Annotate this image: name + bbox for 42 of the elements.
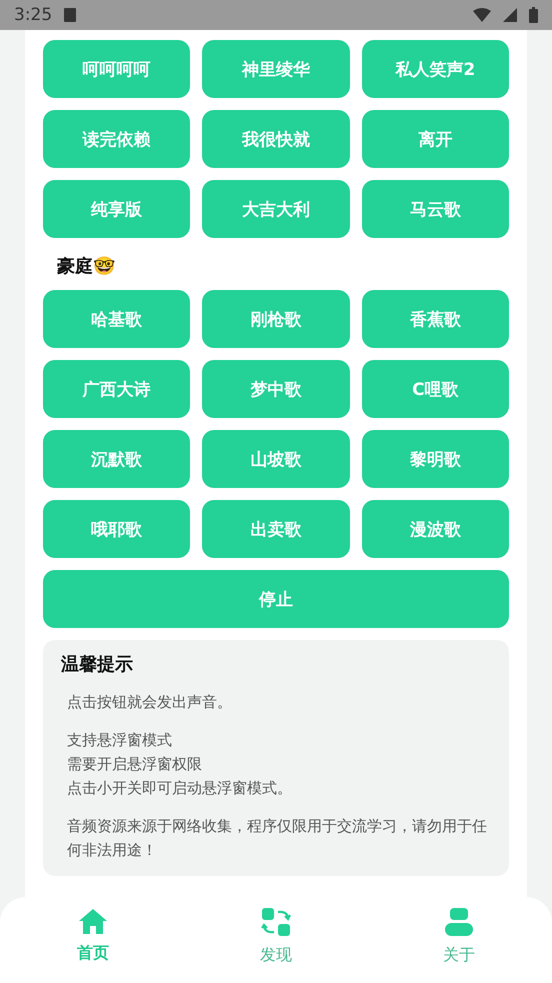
- tips-title: 温馨提示: [61, 653, 134, 676]
- nav-label: 首页: [77, 943, 109, 964]
- sound-button[interactable]: 纯享版: [43, 180, 190, 238]
- stop-button[interactable]: 停止: [43, 570, 509, 628]
- sound-button[interactable]: 沉默歌: [43, 430, 190, 488]
- sound-button[interactable]: 梦中歌: [202, 360, 350, 418]
- sound-button[interactable]: 香蕉歌: [362, 290, 509, 348]
- sound-button[interactable]: 哈基歌: [43, 290, 190, 348]
- tips-text: 音频资源来源于网络收集，程序仅限用于交流学习，请勿用于任何非法用途！: [67, 816, 488, 861]
- sound-button[interactable]: 漫波歌: [362, 500, 509, 558]
- sound-button[interactable]: 大吉大利: [202, 180, 350, 238]
- sound-button[interactable]: 哦耶歌: [43, 500, 190, 558]
- sound-button[interactable]: 山坡歌: [202, 430, 350, 488]
- sound-button[interactable]: 离开: [362, 110, 509, 168]
- nav-tab[interactable]: 首页: [48, 907, 138, 983]
- sound-button[interactable]: 私人笑声2: [362, 40, 509, 98]
- status-time: 3:25: [14, 5, 52, 25]
- section-heading: 豪庭🤓: [56, 255, 116, 278]
- sound-button[interactable]: 呵呵呵呵: [43, 40, 190, 98]
- nav-label: 关于: [443, 945, 475, 966]
- nav-tab[interactable]: 发现: [231, 907, 321, 983]
- battery-icon: [529, 7, 538, 23]
- tips-text: 支持悬浮窗模式: [67, 730, 173, 751]
- tips-text: 点击按钮就会发出声音。: [67, 692, 233, 713]
- sound-button[interactable]: 读完依赖: [43, 110, 190, 168]
- home-icon: [78, 907, 108, 935]
- person-icon: [444, 907, 474, 937]
- sound-button[interactable]: 神里绫华: [202, 40, 350, 98]
- sound-button[interactable]: C哩歌: [362, 360, 509, 418]
- wifi-icon: [473, 8, 491, 22]
- sound-button[interactable]: 刚枪歌: [202, 290, 350, 348]
- nav-label: 发现: [260, 945, 292, 966]
- tips-text: 点击小开关即可启动悬浮窗模式。: [67, 778, 293, 799]
- sound-button[interactable]: 我很快就: [202, 110, 350, 168]
- signal-icon: [503, 8, 517, 22]
- sound-button[interactable]: 广西大诗: [43, 360, 190, 418]
- tips-text: 需要开启悬浮窗权限: [67, 754, 203, 775]
- sound-button[interactable]: 马云歌: [362, 180, 509, 238]
- sound-button[interactable]: 出卖歌: [202, 500, 350, 558]
- swap-icon: [261, 907, 291, 937]
- nav-tab[interactable]: 关于: [414, 907, 504, 983]
- sound-button[interactable]: 黎明歌: [362, 430, 509, 488]
